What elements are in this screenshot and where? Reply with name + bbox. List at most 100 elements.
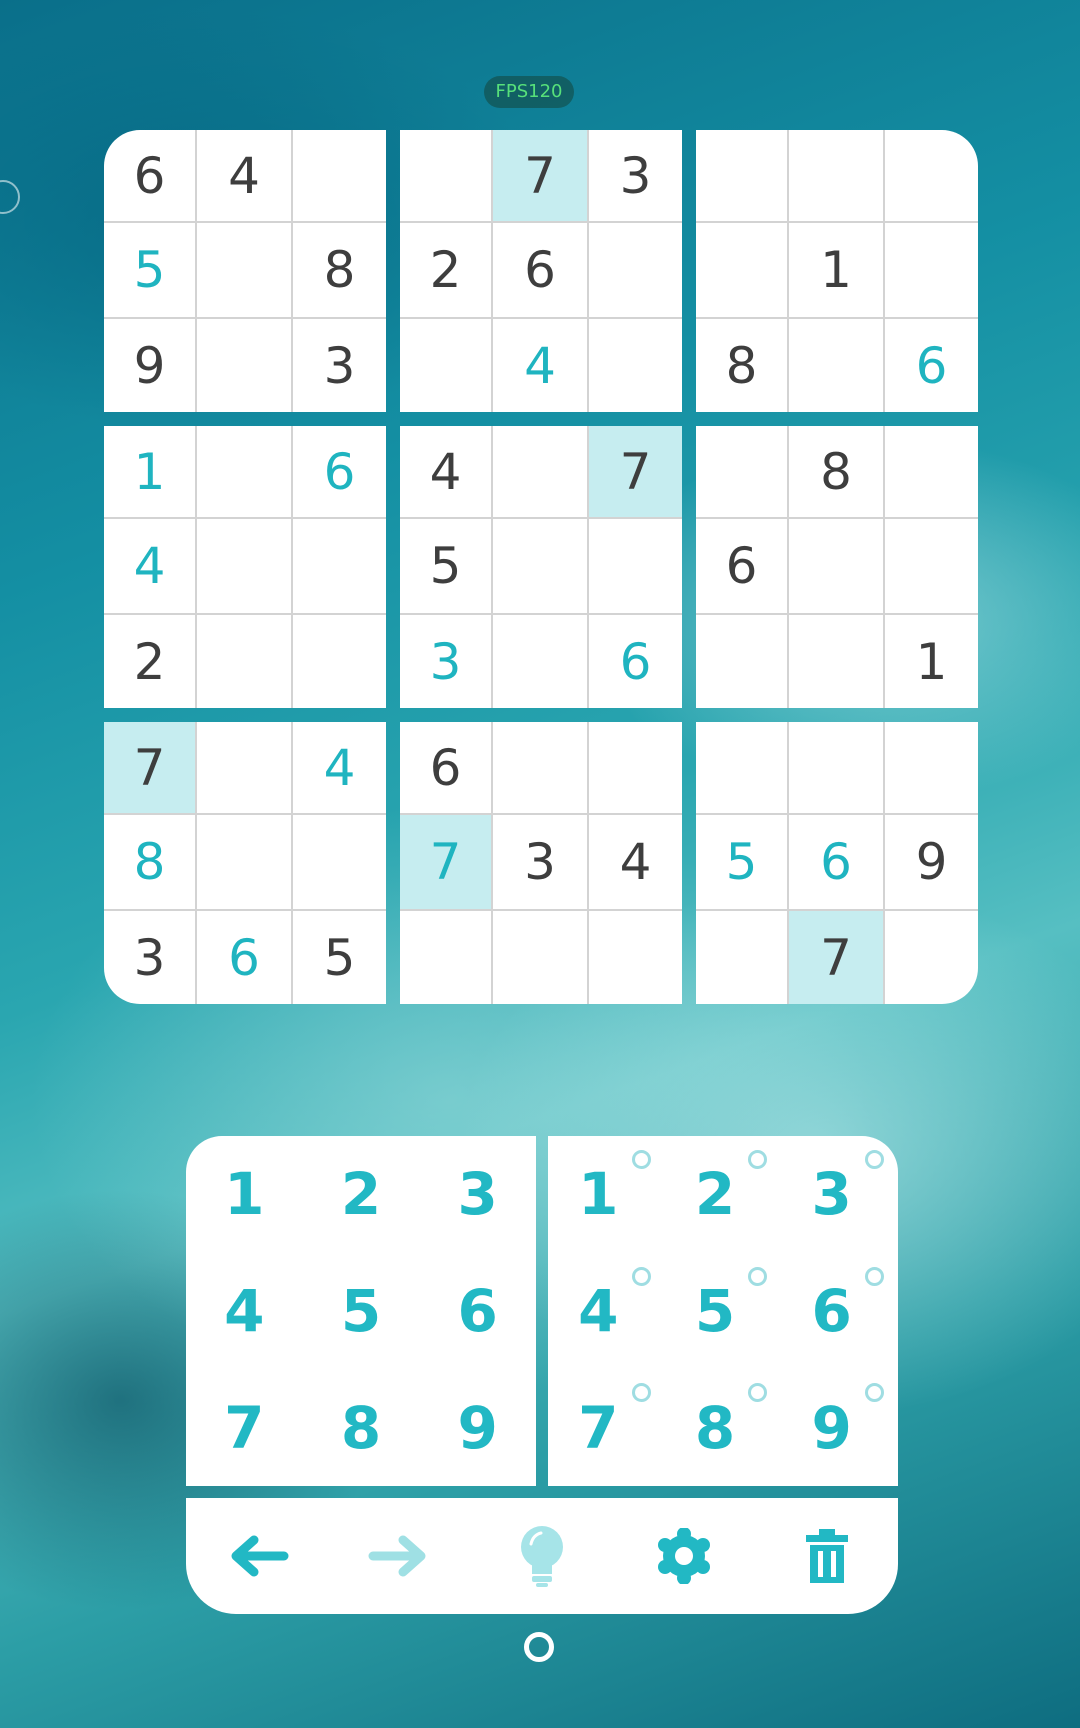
sudoku-cell[interactable]: [197, 722, 293, 815]
sudoku-cell[interactable]: 5: [696, 815, 789, 911]
number-key[interactable]: 5: [303, 1253, 420, 1370]
sudoku-cell[interactable]: [885, 519, 978, 615]
sudoku-cell[interactable]: [197, 519, 293, 615]
sudoku-cell[interactable]: 6: [789, 815, 885, 911]
home-indicator[interactable]: [524, 1632, 554, 1662]
sudoku-cell[interactable]: 7: [789, 911, 885, 1004]
sudoku-cell[interactable]: [589, 911, 682, 1004]
note-key[interactable]: 2: [665, 1136, 782, 1253]
sudoku-cell[interactable]: 7: [400, 815, 493, 911]
sudoku-cell[interactable]: [493, 519, 589, 615]
sudoku-cell[interactable]: [493, 911, 589, 1004]
sudoku-cell[interactable]: [789, 519, 885, 615]
number-key[interactable]: 6: [419, 1253, 536, 1370]
sudoku-cell[interactable]: [696, 615, 789, 708]
erase-button[interactable]: [782, 1511, 872, 1601]
sudoku-cell[interactable]: [197, 319, 293, 412]
sudoku-cell[interactable]: [789, 615, 885, 708]
sudoku-cell[interactable]: 1: [885, 615, 978, 708]
sudoku-cell[interactable]: 9: [104, 319, 197, 412]
sudoku-cell[interactable]: 3: [493, 815, 589, 911]
sudoku-cell[interactable]: 3: [589, 130, 682, 223]
sudoku-cell[interactable]: [400, 130, 493, 223]
sudoku-cell[interactable]: [293, 519, 386, 615]
sudoku-cell[interactable]: [885, 911, 978, 1004]
sudoku-cell[interactable]: 3: [293, 319, 386, 412]
note-key[interactable]: 7: [548, 1369, 665, 1486]
sudoku-cell[interactable]: 8: [696, 319, 789, 412]
sudoku-cell[interactable]: [493, 426, 589, 519]
sudoku-cell[interactable]: 8: [789, 426, 885, 519]
sudoku-cell[interactable]: [400, 911, 493, 1004]
sudoku-cell[interactable]: [885, 130, 978, 223]
sudoku-cell[interactable]: [293, 615, 386, 708]
note-key[interactable]: 6: [781, 1253, 898, 1370]
sudoku-cell[interactable]: 8: [104, 815, 197, 911]
sudoku-cell[interactable]: 4: [293, 722, 386, 815]
floating-handle[interactable]: [0, 180, 20, 214]
sudoku-cell[interactable]: [197, 223, 293, 319]
note-key[interactable]: 5: [665, 1253, 782, 1370]
sudoku-cell[interactable]: [789, 319, 885, 412]
number-key[interactable]: 2: [303, 1136, 420, 1253]
number-key[interactable]: 4: [186, 1253, 303, 1370]
sudoku-cell[interactable]: 6: [696, 519, 789, 615]
number-key[interactable]: 8: [303, 1369, 420, 1486]
number-key[interactable]: 1: [186, 1136, 303, 1253]
sudoku-cell[interactable]: [696, 911, 789, 1004]
sudoku-cell[interactable]: 6: [197, 911, 293, 1004]
note-key[interactable]: 4: [548, 1253, 665, 1370]
sudoku-cell[interactable]: [789, 130, 885, 223]
sudoku-cell[interactable]: 1: [104, 426, 197, 519]
sudoku-cell[interactable]: 8: [293, 223, 386, 319]
sudoku-cell[interactable]: 6: [885, 319, 978, 412]
sudoku-cell[interactable]: [885, 426, 978, 519]
redo-button[interactable]: [355, 1511, 445, 1601]
sudoku-cell[interactable]: 5: [104, 223, 197, 319]
sudoku-cell[interactable]: 2: [104, 615, 197, 708]
sudoku-cell[interactable]: 5: [293, 911, 386, 1004]
note-key[interactable]: 8: [665, 1369, 782, 1486]
settings-button[interactable]: [639, 1511, 729, 1601]
number-key[interactable]: 7: [186, 1369, 303, 1486]
sudoku-cell[interactable]: 5: [400, 519, 493, 615]
sudoku-cell[interactable]: [696, 722, 789, 815]
sudoku-cell[interactable]: [589, 519, 682, 615]
sudoku-cell[interactable]: [696, 130, 789, 223]
note-key[interactable]: 1: [548, 1136, 665, 1253]
number-key[interactable]: 3: [419, 1136, 536, 1253]
sudoku-cell[interactable]: [885, 722, 978, 815]
sudoku-cell[interactable]: 6: [293, 426, 386, 519]
sudoku-cell[interactable]: [885, 223, 978, 319]
sudoku-cell[interactable]: 7: [493, 130, 589, 223]
sudoku-cell[interactable]: [589, 223, 682, 319]
sudoku-cell[interactable]: [589, 722, 682, 815]
sudoku-cell[interactable]: 6: [400, 722, 493, 815]
sudoku-cell[interactable]: [696, 223, 789, 319]
sudoku-cell[interactable]: 7: [589, 426, 682, 519]
sudoku-cell[interactable]: [197, 426, 293, 519]
sudoku-cell[interactable]: 6: [589, 615, 682, 708]
sudoku-cell[interactable]: [197, 815, 293, 911]
sudoku-cell[interactable]: 4: [104, 519, 197, 615]
sudoku-cell[interactable]: [493, 615, 589, 708]
sudoku-cell[interactable]: [696, 426, 789, 519]
sudoku-cell[interactable]: 3: [104, 911, 197, 1004]
sudoku-cell[interactable]: 3: [400, 615, 493, 708]
sudoku-cell[interactable]: 4: [493, 319, 589, 412]
sudoku-cell[interactable]: 4: [589, 815, 682, 911]
sudoku-cell[interactable]: [400, 319, 493, 412]
note-key[interactable]: 9: [781, 1369, 898, 1486]
undo-button[interactable]: [212, 1511, 302, 1601]
sudoku-cell[interactable]: 7: [104, 722, 197, 815]
hint-button[interactable]: [497, 1511, 587, 1601]
sudoku-cell[interactable]: 1: [789, 223, 885, 319]
sudoku-cell[interactable]: [789, 722, 885, 815]
sudoku-cell[interactable]: 6: [493, 223, 589, 319]
sudoku-cell[interactable]: 9: [885, 815, 978, 911]
sudoku-cell[interactable]: 6: [104, 130, 197, 223]
sudoku-cell[interactable]: [293, 815, 386, 911]
sudoku-cell[interactable]: [197, 615, 293, 708]
sudoku-cell[interactable]: 4: [197, 130, 293, 223]
sudoku-cell[interactable]: 4: [400, 426, 493, 519]
